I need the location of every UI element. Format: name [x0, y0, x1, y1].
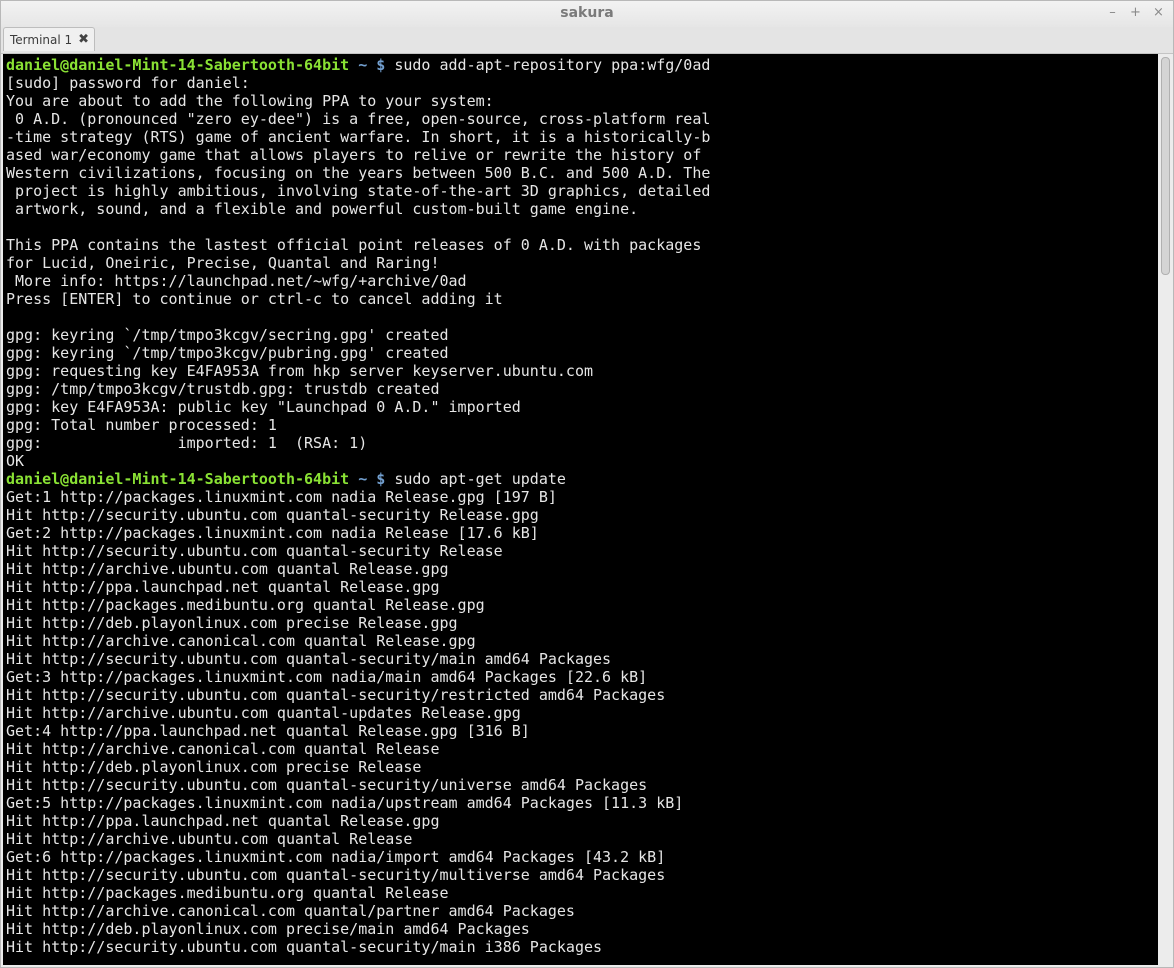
output-line: Get:2 http://packages.linuxmint.com nadi… [6, 524, 539, 542]
output-line: Hit http://ppa.launchpad.net quantal Rel… [6, 578, 440, 596]
output-line: OK [6, 452, 25, 470]
terminal-output[interactable]: daniel@daniel-Mint-14-Sabertooth-64bit ~… [3, 54, 1158, 965]
output-line: Hit http://security.ubuntu.com quantal-s… [6, 650, 612, 668]
scrollbar-thumb[interactable] [1161, 57, 1170, 275]
tab-close-icon[interactable]: ✖ [78, 32, 89, 47]
output-line: Hit http://security.ubuntu.com quantal-s… [6, 506, 539, 524]
output-line: -time strategy (RTS) game of ancient war… [6, 128, 711, 146]
vertical-scrollbar[interactable] [1158, 54, 1173, 965]
output-line: More info: https://launchpad.net/~wfg/+a… [6, 272, 467, 290]
output-line: Western civilizations, focusing on the y… [6, 164, 711, 182]
output-line: Hit http://archive.ubuntu.com quantal-up… [6, 704, 521, 722]
prompt-user-host: daniel@daniel-Mint-14-Sabertooth-64bit [6, 56, 350, 74]
terminal-window: sakura – + × Terminal 1 ✖ daniel@daniel-… [0, 0, 1174, 968]
output-line: gpg: Total number processed: 1 [6, 416, 277, 434]
minimize-button[interactable]: – [1106, 4, 1119, 22]
output-line: ased war/economy game that allows player… [6, 146, 702, 164]
output-line: Get:6 http://packages.linuxmint.com nadi… [6, 848, 666, 866]
output-line: Hit http://security.ubuntu.com quantal-s… [6, 776, 648, 794]
output-line: This PPA contains the lastest official p… [6, 236, 702, 254]
output-line: Get:4 http://ppa.launchpad.net quantal R… [6, 722, 530, 740]
output-line: Hit http://deb.playonlinux.com precise/m… [6, 920, 530, 938]
output-line: Hit http://deb.playonlinux.com precise R… [6, 758, 422, 776]
prompt-line: daniel@daniel-Mint-14-Sabertooth-64bit ~… [6, 470, 710, 488]
prompt-command: sudo add-apt-repository ppa:wfg/0ad [385, 56, 711, 74]
output-line: Get:5 http://packages.linuxmint.com nadi… [6, 794, 684, 812]
prompt-command: sudo apt-get update [385, 470, 566, 488]
prompt-path: ~ $ [358, 56, 386, 74]
prompt-user-host: daniel@daniel-Mint-14-Sabertooth-64bit [6, 470, 350, 488]
output-line: gpg: requesting key E4FA953A from hkp se… [6, 362, 593, 380]
window-controls: – + × [1106, 4, 1165, 22]
output-line: Get:3 http://packages.linuxmint.com nadi… [6, 668, 648, 686]
output-line: 0 A.D. (pronounced "zero ey-dee") is a f… [6, 110, 711, 128]
output-line: gpg: keyring `/tmp/tmpo3kcgv/pubring.gpg… [6, 344, 449, 362]
output-line: Hit http://security.ubuntu.com quantal-s… [6, 866, 666, 884]
tab-label: Terminal 1 [10, 32, 73, 47]
output-line: project is highly ambitious, involving s… [6, 182, 711, 200]
tab-terminal-1[interactable]: Terminal 1 ✖ [3, 27, 95, 51]
tab-bar: Terminal 1 ✖ [1, 27, 1173, 54]
output-line: gpg: imported: 1 (RSA: 1) [6, 434, 368, 452]
prompt-path: ~ $ [358, 470, 386, 488]
output-line: Hit http://archive.ubuntu.com quantal Re… [6, 830, 413, 848]
output-line: for Lucid, Oneiric, Precise, Quantal and… [6, 254, 440, 272]
output-line: Hit http://security.ubuntu.com quantal-s… [6, 686, 666, 704]
output-line: Hit http://ppa.launchpad.net quantal Rel… [6, 812, 440, 830]
output-line: Hit http://deb.playonlinux.com precise R… [6, 614, 458, 632]
output-line: Hit http://archive.ubuntu.com quantal Re… [6, 560, 449, 578]
maximize-button[interactable]: + [1129, 4, 1142, 22]
close-window-button[interactable]: × [1152, 4, 1165, 22]
prompt-line: daniel@daniel-Mint-14-Sabertooth-64bit ~… [6, 56, 710, 74]
output-line: Press [ENTER] to continue or ctrl-c to c… [6, 290, 503, 308]
output-line: gpg: key E4FA953A: public key "Launchpad… [6, 398, 521, 416]
window-title: sakura [560, 5, 614, 21]
terminal-lines: daniel@daniel-Mint-14-Sabertooth-64bit ~… [6, 56, 710, 956]
title-bar[interactable]: sakura – + × [1, 1, 1173, 27]
output-line: gpg: keyring `/tmp/tmpo3kcgv/secring.gpg… [6, 326, 449, 344]
output-line: Hit http://archive.canonical.com quantal… [6, 902, 575, 920]
output-line: Hit http://security.ubuntu.com quantal-s… [6, 938, 603, 956]
output-line: Hit http://packages.medibuntu.org quanta… [6, 884, 449, 902]
output-line: Hit http://security.ubuntu.com quantal-s… [6, 542, 503, 560]
output-line: [sudo] password for daniel: [6, 74, 250, 92]
output-line: Hit http://packages.medibuntu.org quanta… [6, 596, 485, 614]
output-line: Hit http://archive.canonical.com quantal… [6, 740, 440, 758]
output-line: Get:1 http://packages.linuxmint.com nadi… [6, 488, 557, 506]
output-line: You are about to add the following PPA t… [6, 92, 494, 110]
output-line: Hit http://archive.canonical.com quantal… [6, 632, 476, 650]
output-line: gpg: /tmp/tmpo3kcgv/trustdb.gpg: trustdb… [6, 380, 440, 398]
output-line: artwork, sound, and a flexible and power… [6, 200, 639, 218]
